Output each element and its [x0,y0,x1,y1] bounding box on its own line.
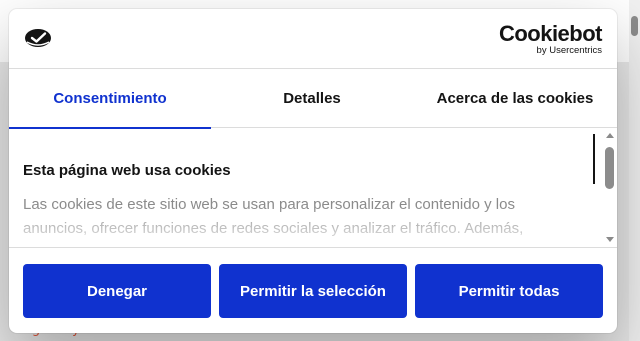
consent-content: Esta página web usa cookies Las cookies … [9,129,617,246]
dialog-header: Cookiebot by Usercentrics [9,9,617,69]
cookie-consent-dialog: Cookiebot by Usercentrics Consentimiento… [9,9,617,333]
tab-consent[interactable]: Consentimiento [9,69,211,129]
tab-consent-label: Consentimiento [53,90,167,107]
cookiebot-logo[interactable]: Cookiebot by Usercentrics [497,21,603,56]
page-scrollbar-thumb[interactable] [631,16,638,36]
allow-selection-button[interactable]: Permitir la selección [219,264,407,318]
tab-about-cookies-label: Acerca de las cookies [436,90,594,107]
cookiebot-byline: by Usercentrics [536,45,602,56]
tab-details-label: Detalles [283,90,341,107]
content-divider-line [593,134,595,184]
tab-details[interactable]: Detalles [211,69,413,128]
cookiebot-wordmark: Cookiebot [498,21,603,46]
deny-button[interactable]: Denegar [23,264,211,318]
content-scrollbar[interactable] [603,129,617,246]
content-title: Esta página web usa cookies [23,162,231,179]
allow-all-button[interactable]: Permitir todas [415,264,603,318]
content-scrollbar-thumb[interactable] [605,147,614,189]
page-scrollbar[interactable] [629,0,640,341]
chevron-up-icon[interactable] [606,133,614,138]
chevron-down-icon[interactable] [606,237,614,242]
content-fade-overlay [9,206,599,246]
tab-about-cookies[interactable]: Acerca de las cookies [413,69,617,128]
dialog-tabs: Consentimiento Detalles Acerca de las co… [9,69,617,129]
brand-logo-icon [23,26,53,50]
dialog-footer: Denegar Permitir la selección Permitir t… [9,247,617,333]
